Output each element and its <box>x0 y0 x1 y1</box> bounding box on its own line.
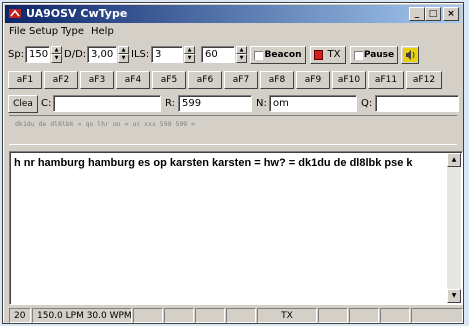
menu-file[interactable]: File <box>9 26 26 37</box>
status-speed: 150.0 LPM 30.0 WPM <box>32 308 132 323</box>
menu-type[interactable]: Type <box>61 26 84 37</box>
call-label: C: <box>41 98 52 109</box>
status-mode: TX <box>257 308 317 323</box>
status-bar: 20 150.0 LPM 30.0 WPM TX <box>9 308 463 323</box>
status-cell-empty <box>349 308 379 323</box>
status-cell-empty <box>411 308 463 323</box>
fkey-button[interactable]: aF7 <box>224 71 258 89</box>
status-cell-empty <box>133 308 163 323</box>
beacon-checkbox[interactable] <box>254 51 263 60</box>
minimize-button[interactable]: _ <box>409 7 425 21</box>
menu-help[interactable]: Help <box>91 26 114 37</box>
receive-textarea[interactable]: h nr hamburg hamburg es op karsten karst… <box>9 151 463 305</box>
receive-text: h nr hamburg hamburg es op karsten karst… <box>14 157 413 169</box>
scroll-down-icon[interactable]: ▼ <box>447 289 461 303</box>
speed-input[interactable]: 150 <box>25 46 50 63</box>
maximize-button[interactable]: □ <box>425 7 441 21</box>
fkey-button[interactable]: aF12 <box>406 71 442 89</box>
beacon-label: Beacon <box>264 50 302 60</box>
rst-label: R: <box>165 98 176 109</box>
spin-up-icon[interactable]: ▲ <box>184 46 195 54</box>
tx-indicator-icon <box>314 50 323 60</box>
scroll-up-icon[interactable]: ▲ <box>447 153 461 167</box>
fkey-button[interactable]: aF4 <box>116 71 150 89</box>
third-spinner[interactable]: ▲ ▼ <box>236 46 247 63</box>
send-panel[interactable]: dk1du de dl8lbk = qo lhr on = uc xxx 599… <box>9 115 457 145</box>
spin-down-icon[interactable]: ▼ <box>184 54 195 63</box>
spin-up-icon[interactable]: ▲ <box>236 46 247 54</box>
send-text: dk1du de dl8lbk = qo lhr on = uc xxx 599… <box>15 120 196 128</box>
speaker-button[interactable] <box>401 46 419 64</box>
speed-label: Sp: <box>8 49 25 60</box>
clear-button[interactable]: Clea <box>8 95 38 113</box>
status-count: 20 <box>9 308 31 323</box>
speaker-icon <box>403 48 417 62</box>
qth-label: Q: <box>361 98 373 109</box>
status-cell-empty <box>380 308 410 323</box>
fkey-button[interactable]: aF10 <box>332 71 366 89</box>
title-bar[interactable]: UA9OSV CwType _ □ × <box>5 5 461 23</box>
name-label: N: <box>256 98 267 109</box>
spin-down-icon[interactable]: ▼ <box>236 54 247 63</box>
close-button[interactable]: × <box>443 7 459 21</box>
fkey-button[interactable]: aF5 <box>152 71 186 89</box>
fkey-button[interactable]: aF3 <box>80 71 114 89</box>
tx-label: TX <box>327 49 341 60</box>
window-title: UA9OSV CwType <box>26 7 128 20</box>
rst-input[interactable]: 599 <box>178 95 252 112</box>
status-cell-empty <box>318 308 348 323</box>
beacon-button[interactable]: Beacon <box>250 46 306 64</box>
menu-bar: File Setup Type Help <box>5 24 461 41</box>
vertical-scrollbar[interactable]: ▲ ▼ <box>447 153 461 303</box>
dot-dash-spinner[interactable]: ▲ ▼ <box>118 46 129 63</box>
menu-setup[interactable]: Setup <box>29 26 58 37</box>
spin-down-icon[interactable]: ▼ <box>51 54 62 63</box>
dot-dash-input[interactable]: 3,00 <box>87 46 117 63</box>
ils-label: ILS: <box>131 49 150 60</box>
dot-dash-label: D/D: <box>64 49 87 60</box>
fkey-button[interactable]: aF1 <box>8 71 42 89</box>
app-window: UA9OSV CwType _ □ × File Setup Type Help… <box>2 2 464 324</box>
spin-down-icon[interactable]: ▼ <box>118 54 129 63</box>
pause-button[interactable]: Pause <box>350 46 398 64</box>
ils-input[interactable]: 3 <box>151 46 183 63</box>
fkey-button[interactable]: aF6 <box>188 71 222 89</box>
pause-label: Pause <box>363 50 395 60</box>
qth-input[interactable] <box>375 95 459 112</box>
fkey-button[interactable]: aF11 <box>368 71 404 89</box>
status-cell-empty <box>226 308 256 323</box>
ils-spinner[interactable]: ▲ ▼ <box>184 46 195 63</box>
spin-up-icon[interactable]: ▲ <box>118 46 129 54</box>
tx-button[interactable]: TX <box>310 46 346 64</box>
speed-spinner[interactable]: ▲ ▼ <box>51 46 62 63</box>
fkey-button[interactable]: aF8 <box>260 71 294 89</box>
fkey-button[interactable]: aF2 <box>44 71 78 89</box>
pause-checkbox[interactable] <box>354 51 363 60</box>
name-input[interactable]: om <box>269 95 357 112</box>
spin-up-icon[interactable]: ▲ <box>51 46 62 54</box>
call-input[interactable] <box>53 95 161 112</box>
status-cell-empty <box>195 308 225 323</box>
status-cell-empty <box>164 308 194 323</box>
third-input[interactable]: 60 <box>201 46 235 63</box>
app-icon <box>9 9 21 18</box>
fkey-button[interactable]: aF9 <box>296 71 330 89</box>
